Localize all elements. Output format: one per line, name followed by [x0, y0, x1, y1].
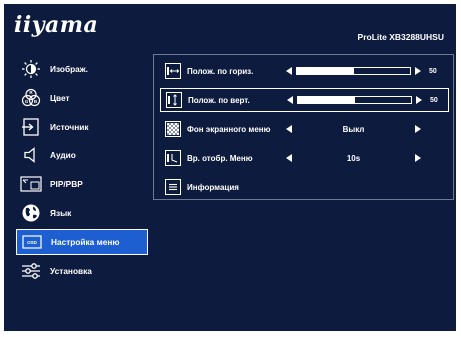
next-option-icon[interactable]: [415, 125, 421, 133]
input-icon: [20, 117, 42, 137]
h-position-value: 50: [429, 67, 437, 75]
decrease-arrow-icon[interactable]: [286, 67, 292, 75]
svg-text:G: G: [25, 99, 29, 104]
sidebar-item-label: Изображ.: [50, 64, 88, 74]
pip-icon: [20, 174, 42, 194]
decrease-arrow-icon[interactable]: [287, 96, 293, 104]
sidebar-item-label: Цвет: [50, 92, 70, 103]
sidebar-item-language[interactable]: Язык: [16, 200, 148, 226]
menu-row-v-position[interactable]: Полож. по верт. 50: [160, 88, 449, 112]
sidebar-item-label: Настройка меню: [51, 236, 120, 247]
sidebar-item-label: Аудио: [50, 150, 76, 161]
svg-text:OSD: OSD: [27, 240, 38, 245]
menu-row-osd-background[interactable]: Фон экранного меню Выкл: [160, 117, 449, 141]
h-position-slider[interactable]: [296, 67, 411, 75]
svg-text:R: R: [29, 90, 33, 95]
sidebar-item-pip[interactable]: PIP/PBP: [16, 171, 148, 197]
sidebar-item-input[interactable]: Источник: [16, 114, 148, 140]
menu-row-label: Вр. отобр. Меню: [187, 153, 253, 163]
menu-row-osd-timeout[interactable]: Вр. отобр. Меню 10s: [160, 146, 449, 170]
menu-row-label: Информация: [187, 182, 239, 192]
osd-background-value: Выкл: [342, 124, 365, 134]
sidebar-item-label: PIP/PBP: [50, 179, 83, 190]
horizontal-position-icon: [165, 63, 181, 79]
information-icon: [165, 179, 181, 195]
sidebar-item-color[interactable]: RGB Цвет: [16, 85, 148, 111]
menu-row-h-position[interactable]: Полож. по гориз. 50: [160, 59, 449, 83]
sidebar: Изображ. RGB Цвет Источник Аудио PIP/PBP: [16, 56, 148, 286]
sidebar-item-setup[interactable]: Установка: [16, 258, 148, 284]
slider-fill: [298, 97, 355, 103]
slider-fill: [297, 68, 354, 74]
v-position-slider[interactable]: [297, 96, 412, 104]
svg-text:B: B: [34, 99, 38, 104]
sidebar-item-label: Язык: [50, 207, 72, 218]
osd-background-icon: [165, 121, 181, 137]
sidebar-item-label: Установка: [50, 265, 92, 276]
speaker-icon: [20, 145, 42, 165]
osd-screen: iiyama ProLite XB3288UHSU Изображ. RGB Ц…: [4, 4, 456, 331]
brightness-icon: [20, 59, 42, 79]
model-name: ProLite XB3288UHSU: [357, 32, 444, 42]
sidebar-item-audio[interactable]: Аудио: [16, 142, 148, 168]
increase-arrow-icon[interactable]: [416, 96, 422, 104]
osd-timeout-value: 10s: [346, 153, 361, 163]
globe-icon: [20, 203, 42, 223]
menu-row-label: Полож. по гориз.: [187, 66, 254, 76]
menu-row-label: Полож. по верт.: [188, 95, 250, 105]
sidebar-item-label: Источник: [50, 121, 89, 132]
sidebar-item-osd-settings[interactable]: OSD Настройка меню: [16, 228, 148, 255]
menu-row-label: Фон экранного меню: [187, 124, 271, 134]
settings-sliders-icon: [20, 261, 42, 281]
sidebar-item-picture[interactable]: Изображ.: [16, 56, 148, 82]
menu-row-information[interactable]: Информация: [160, 175, 449, 199]
brand-logo: iiyama: [14, 12, 99, 38]
next-option-icon[interactable]: [415, 154, 421, 162]
osd-icon: OSD: [21, 232, 43, 252]
osd-timeout-icon: [165, 150, 181, 166]
osd-settings-panel: Полож. по гориз. 50 Полож. по верт. 50 Ф…: [153, 54, 454, 200]
vertical-position-icon: [166, 92, 182, 108]
increase-arrow-icon[interactable]: [415, 67, 421, 75]
v-position-value: 50: [430, 96, 438, 104]
rgb-icon: RGB: [20, 88, 42, 108]
